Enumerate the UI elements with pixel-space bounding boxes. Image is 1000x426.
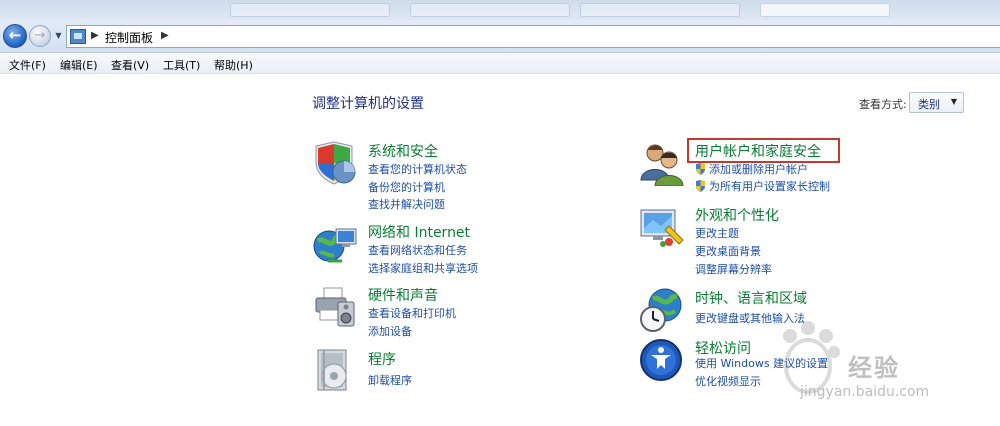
menu-view[interactable]: 查看(V) <box>111 57 149 73</box>
category-title-system-security[interactable]: 系统和安全 <box>368 141 438 161</box>
link-parental-controls[interactable]: 为所有用户设置家长控制 <box>709 178 830 194</box>
link-view-computer-status[interactable]: 查看您的计算机状态 <box>368 161 467 177</box>
background-tab <box>580 3 740 17</box>
address-bar[interactable]: ▶ 控制面板 ▶ <box>66 25 1000 48</box>
uac-shield-icon <box>696 163 705 175</box>
link-optimize-display[interactable]: 优化视频显示 <box>695 373 761 389</box>
menu-help[interactable]: 帮助(H) <box>214 57 253 73</box>
programs-icon[interactable] <box>312 348 358 394</box>
background-tab <box>760 3 890 17</box>
category-title-appearance[interactable]: 外观和个性化 <box>695 205 779 225</box>
network-globe-icon[interactable] <box>312 221 358 267</box>
link-troubleshoot[interactable]: 查找并解决问题 <box>368 196 445 212</box>
breadcrumb-separator-icon[interactable]: ▶ <box>91 30 99 41</box>
category-network-internet: 网络和 Internet 查看网络状态和任务 选择家庭组和共享选项 <box>312 221 612 277</box>
printer-icon[interactable] <box>312 284 358 330</box>
menu-edit[interactable]: 编辑(E) <box>60 57 98 73</box>
window-top-strip <box>0 0 1000 20</box>
appearance-icon[interactable] <box>639 204 685 250</box>
link-change-theme[interactable]: 更改主题 <box>695 225 739 241</box>
link-view-network-status[interactable]: 查看网络状态和任务 <box>368 242 467 258</box>
highlight-box <box>687 138 840 163</box>
category-title-clock-language-region[interactable]: 时钟、语言和区域 <box>695 288 807 308</box>
navigation-bar: ← → ▼ ▶ 控制面板 ▶ <box>0 20 1000 53</box>
menu-bar: 文件(F) 编辑(E) 查看(V) 工具(T) 帮助(H) <box>0 54 1000 74</box>
category-system-security: 系统和安全 查看您的计算机状态 备份您的计算机 查找并解决问题 <box>312 140 612 212</box>
link-add-device[interactable]: 添加设备 <box>368 323 412 339</box>
view-by-value: 类别 <box>918 98 940 111</box>
view-by-label: 查看方式: <box>859 98 907 111</box>
menu-file[interactable]: 文件(F) <box>9 57 46 73</box>
page-title: 调整计算机的设置 <box>312 96 424 112</box>
link-add-remove-accounts[interactable]: 添加或删除用户帐户 <box>709 161 808 177</box>
clock-globe-icon[interactable] <box>639 287 685 333</box>
background-tab <box>410 3 570 17</box>
recent-pages-dropdown-icon[interactable]: ▼ <box>54 31 63 40</box>
category-appearance: 外观和个性化 更改主题 更改桌面背景 调整屏幕分辨率 <box>639 204 939 277</box>
uac-shield-icon <box>696 180 705 192</box>
back-button[interactable]: ← <box>3 24 27 48</box>
watermark-text: 经验 <box>848 354 900 382</box>
breadcrumb-separator-icon[interactable]: ▶ <box>161 30 169 41</box>
watermark-url: jingyan.baidu.com <box>800 384 930 400</box>
forward-button[interactable]: → <box>29 25 51 47</box>
link-backup-computer[interactable]: 备份您的计算机 <box>368 179 445 195</box>
breadcrumb-control-panel[interactable]: 控制面板 <box>105 29 153 46</box>
users-icon[interactable] <box>639 140 685 186</box>
category-programs: 程序 卸载程序 <box>312 348 612 398</box>
link-uninstall-program[interactable]: 卸载程序 <box>368 372 412 388</box>
ease-of-access-icon[interactable] <box>639 337 685 383</box>
link-screen-resolution[interactable]: 调整屏幕分辨率 <box>695 261 772 277</box>
link-change-background[interactable]: 更改桌面背景 <box>695 243 761 259</box>
shield-icon[interactable] <box>312 140 358 186</box>
background-tab <box>230 3 390 17</box>
control-panel-icon <box>70 29 86 44</box>
category-title-network-internet[interactable]: 网络和 Internet <box>368 222 470 242</box>
category-title-hardware-sound[interactable]: 硬件和声音 <box>368 285 438 305</box>
chevron-down-icon: ▼ <box>950 97 957 106</box>
category-title-programs[interactable]: 程序 <box>368 349 396 369</box>
category-hardware-sound: 硬件和声音 查看设备和打印机 添加设备 <box>312 284 612 340</box>
link-devices-printers[interactable]: 查看设备和打印机 <box>368 305 456 321</box>
menu-tools[interactable]: 工具(T) <box>163 57 200 73</box>
view-by-dropdown[interactable]: 类别 ▼ <box>909 92 964 113</box>
link-homegroup-sharing[interactable]: 选择家庭组和共享选项 <box>368 260 478 276</box>
